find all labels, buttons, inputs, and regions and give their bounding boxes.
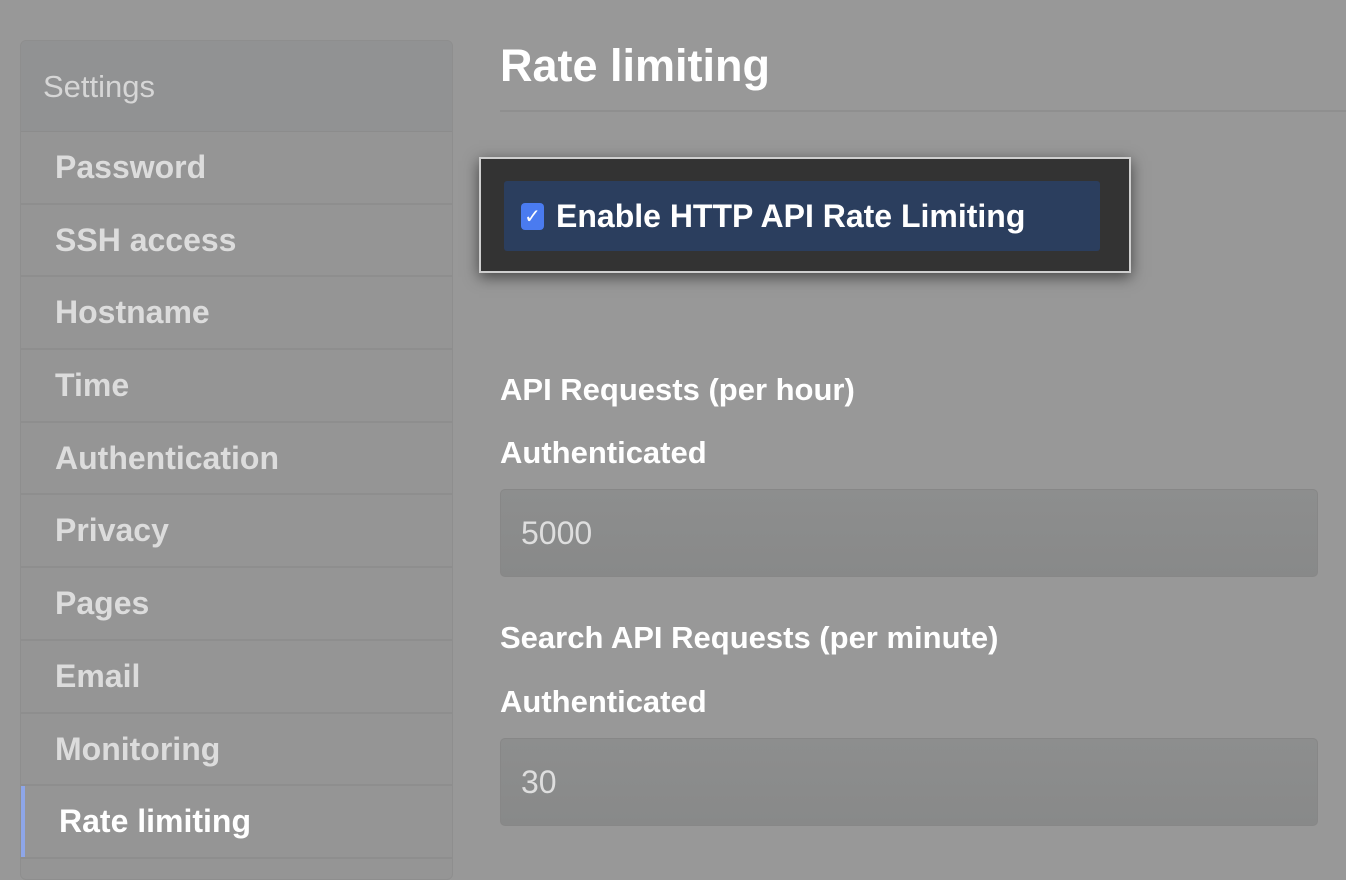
search-api-requests-authenticated-label: Authenticated <box>500 684 707 719</box>
highlight-frame: ✓ Enable HTTP API Rate Limiting <box>479 157 1131 273</box>
title-divider <box>500 110 1346 112</box>
api-requests-authenticated-label: Authenticated <box>500 435 707 470</box>
api-requests-authenticated-input[interactable]: 5000 <box>500 489 1318 577</box>
page-title: Rate limiting <box>500 40 771 91</box>
sidebar-item-hostname[interactable]: Hostname <box>21 277 452 351</box>
sidebar-item-authentication[interactable]: Authentication <box>21 423 452 496</box>
enable-rate-limiting-label: Enable HTTP API Rate Limiting <box>556 197 1026 234</box>
sidebar-item-ssh-access[interactable]: SSH access <box>21 205 452 278</box>
settings-sidebar: Settings Password SSH access Hostname Ti… <box>20 40 453 880</box>
search-api-requests-section-title: Search API Requests (per minute) <box>500 620 999 655</box>
api-requests-section-title: API Requests (per hour) <box>500 372 855 407</box>
sidebar-item-password[interactable]: Password <box>21 132 452 205</box>
search-api-requests-authenticated-input[interactable]: 30 <box>500 738 1318 826</box>
sidebar-item-rate-limiting[interactable]: Rate limiting <box>21 786 452 859</box>
main-content: Rate limiting ✓ Enable HTTP API Rate Lim… <box>479 0 1346 864</box>
enable-rate-limiting-checkbox[interactable]: ✓ <box>521 202 544 230</box>
sidebar-item-time[interactable]: Time <box>21 350 452 423</box>
sidebar-header: Settings <box>21 41 452 132</box>
sidebar-item-monitoring[interactable]: Monitoring <box>21 714 452 787</box>
sidebar-item-privacy[interactable]: Privacy <box>21 495 452 569</box>
enable-rate-limiting-checkbox-row[interactable]: ✓ Enable HTTP API Rate Limiting <box>504 181 1100 251</box>
checkmark-icon: ✓ <box>524 205 541 228</box>
sidebar-item-email[interactable]: Email <box>21 641 452 714</box>
sidebar-item-pages[interactable]: Pages <box>21 568 452 641</box>
